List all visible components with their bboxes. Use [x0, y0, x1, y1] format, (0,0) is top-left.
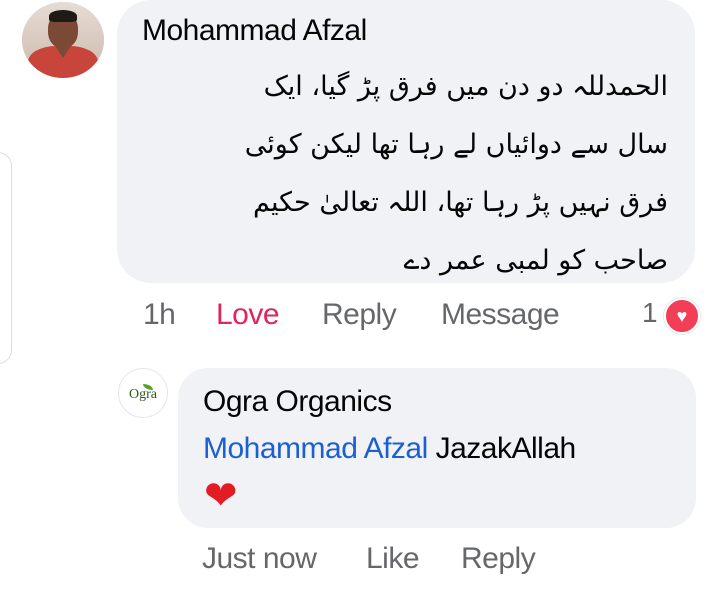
- comment-timestamp[interactable]: 1h: [143, 298, 176, 332]
- comment-text-line: فرق نہیں پڑ رہا تھا، اللہ تعالیٰ حکیم: [253, 187, 668, 218]
- comment-text-line: الحمدللہ دو دن میں فرق پڑ گیا، ایک: [263, 71, 668, 102]
- comment-author[interactable]: Mohammad Afzal: [142, 14, 367, 48]
- heart-reaction-icon[interactable]: ♥: [664, 298, 700, 334]
- mention-link[interactable]: Mohammad Afzal: [203, 432, 428, 465]
- comment-text-line: سال سے دوائیاں لے رہا تھا لیکن کوئی: [244, 129, 668, 160]
- side-panel-edge: [0, 152, 12, 364]
- reply-text: Mohammad Afzal JazakAllah: [203, 432, 576, 466]
- reply-timestamp[interactable]: Just now: [202, 542, 317, 576]
- reply-author[interactable]: Ogra Organics: [203, 385, 392, 419]
- logo-text: Ogra: [129, 387, 157, 402]
- message-button[interactable]: Message: [441, 298, 560, 332]
- comment-text-line: صاحب کو لمبی عمر دے: [403, 245, 668, 276]
- avatar[interactable]: [22, 2, 104, 78]
- heart-emoji: ❤: [204, 474, 238, 518]
- love-reaction-button[interactable]: Love: [216, 298, 280, 332]
- like-button[interactable]: Like: [366, 542, 420, 576]
- reply-button[interactable]: Reply: [322, 298, 397, 332]
- comment-text: الحمدللہ دو دن میں فرق پڑ گیا، ایک سال س…: [138, 58, 668, 290]
- reply-message: JazakAllah: [427, 432, 577, 465]
- avatar[interactable]: Ogra: [118, 368, 168, 418]
- reaction-count[interactable]: 1: [642, 297, 658, 329]
- reply-button[interactable]: Reply: [461, 542, 536, 576]
